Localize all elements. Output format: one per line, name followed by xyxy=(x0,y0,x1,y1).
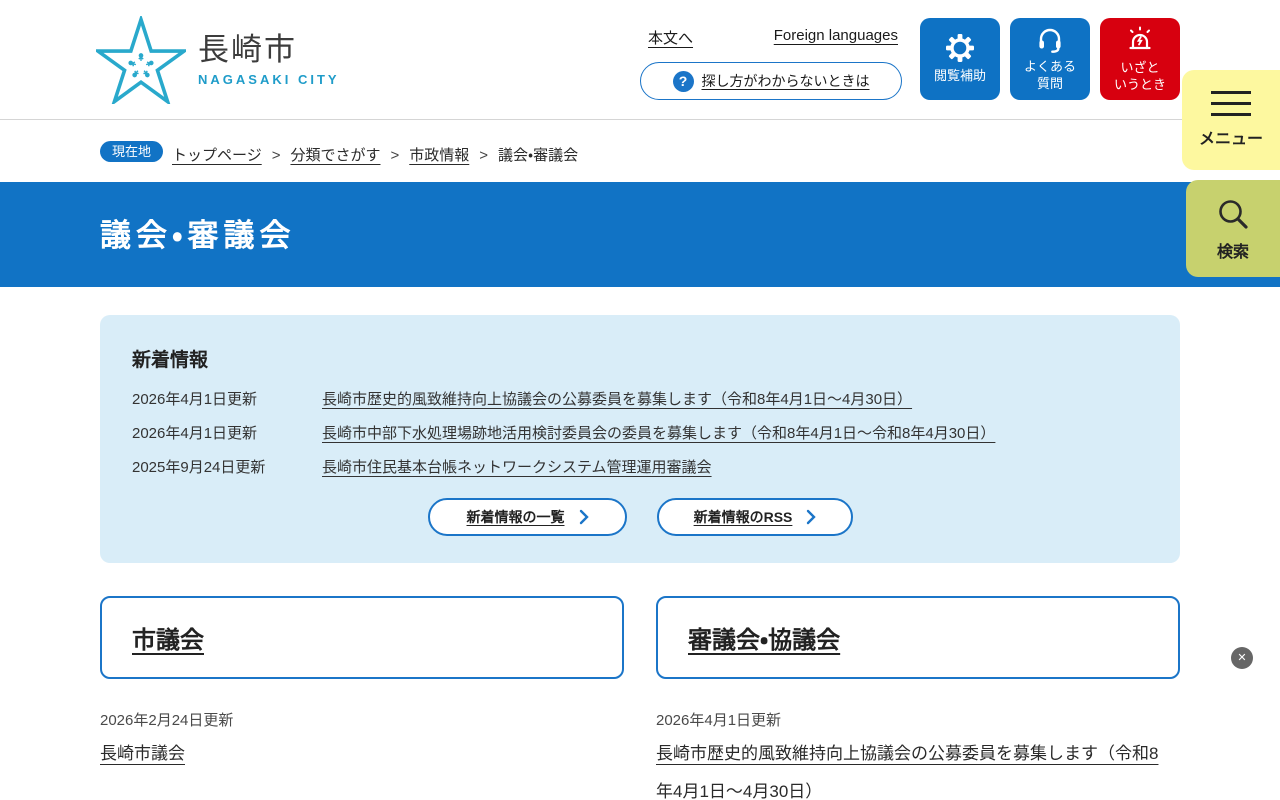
header-divider xyxy=(0,119,1280,120)
faq-button[interactable]: よくある 質問 xyxy=(1010,18,1090,100)
breadcrumb-separator: > xyxy=(272,147,281,164)
accessibility-aid-button[interactable]: 閲覧補助 xyxy=(920,18,1000,100)
search-icon xyxy=(1215,196,1251,232)
news-item: 2025年9月24日更新 長崎市住民基本台帳ネットワークシステム管理運用審議会 xyxy=(132,456,1152,477)
breadcrumb-link-city-info[interactable]: 市政情報 xyxy=(409,147,469,164)
category-card-title: 市議会 xyxy=(132,620,204,655)
search-button-label: 検索 xyxy=(1217,238,1249,262)
news-rss-button-label: 新着情報のRSS xyxy=(694,507,793,527)
breadcrumb-separator: > xyxy=(479,147,488,164)
page: 長崎市 NAGASAKI CITY 本文へ Foreign languages … xyxy=(0,0,1280,800)
news-item-link[interactable]: 長崎市住民基本台帳ネットワークシステム管理運用審議会 xyxy=(322,456,712,477)
skip-to-content-link[interactable]: 本文へ xyxy=(648,27,693,48)
chevron-right-icon xyxy=(579,509,589,525)
hamburger-icon xyxy=(1211,91,1251,116)
logo-subtitle: NAGASAKI CITY xyxy=(198,72,340,87)
category-card-title: 審議会・協議会 xyxy=(688,620,840,655)
breadcrumb-current: 議会・審議会 xyxy=(498,147,578,164)
emergency-button[interactable]: いざと いうとき xyxy=(1100,18,1180,100)
news-item-link[interactable]: 長崎市歴史的風致維持向上協議会の公募委員を募集します（令和8年4月1日～4月30… xyxy=(322,388,912,409)
logo-title: 長崎市 xyxy=(198,33,340,67)
news-rss-button[interactable]: 新着情報のRSS xyxy=(657,498,853,536)
headset-icon xyxy=(1036,26,1064,54)
emergency-label: いざと いうとき xyxy=(1114,60,1166,94)
star-logo-icon xyxy=(96,16,186,104)
search-button[interactable]: 検索 xyxy=(1186,180,1280,277)
page-title-banner: 議会・審議会 xyxy=(0,182,1280,287)
help-button[interactable]: ? 探し方がわからないときは xyxy=(640,62,902,100)
breadcrumb-badge: 現在地 xyxy=(100,141,163,162)
category-latest-link[interactable]: 長崎市議会 xyxy=(100,744,185,763)
close-icon: ✕ xyxy=(1237,653,1246,664)
category-latest-link[interactable]: 長崎市歴史的風致維持向上協議会の公募委員を募集します（令和8年4月1日～4月30… xyxy=(656,744,1158,800)
news-item: 2026年4月1日更新 長崎市歴史的風致維持向上協議会の公募委員を募集します（令… xyxy=(132,388,1152,409)
news-title: 新着情報 xyxy=(132,345,208,372)
category-card-councils[interactable]: 審議会・協議会 xyxy=(656,596,1180,679)
help-button-label: 探し方がわからないときは xyxy=(702,71,870,91)
news-list-button-label: 新着情報の一覧 xyxy=(467,507,565,527)
news-item-date: 2026年4月1日更新 xyxy=(132,388,322,409)
menu-button-label: メニュー xyxy=(1199,125,1263,149)
chevron-right-icon xyxy=(806,509,816,525)
accessibility-aid-label: 閲覧補助 xyxy=(934,68,986,85)
breadcrumb-link-category[interactable]: 分類でさがす xyxy=(290,147,380,164)
news-item-date: 2026年4月1日更新 xyxy=(132,422,322,443)
news-panel: 新着情報 2026年4月1日更新 長崎市歴史的風致維持向上協議会の公募委員を募集… xyxy=(100,315,1180,563)
breadcrumb-separator: > xyxy=(390,147,399,164)
site-header: 長崎市 NAGASAKI CITY 本文へ Foreign languages … xyxy=(0,0,1280,119)
menu-button[interactable]: メニュー xyxy=(1182,70,1280,170)
category-card-city-council[interactable]: 市議会 xyxy=(100,596,624,679)
category-update-date: 2026年4月1日更新 xyxy=(656,709,781,730)
category-update-date: 2026年2月24日更新 xyxy=(100,709,233,730)
news-item-date: 2025年9月24日更新 xyxy=(132,456,322,477)
close-button[interactable]: ✕ xyxy=(1231,647,1253,669)
breadcrumb-link-home[interactable]: トップページ xyxy=(172,147,262,164)
news-item-link[interactable]: 長崎市中部下水処理場跡地活用検討委員会の委員を募集します（令和8年4月1日～令和… xyxy=(322,422,995,443)
site-logo[interactable]: 長崎市 NAGASAKI CITY xyxy=(96,16,340,104)
faq-label: よくある 質問 xyxy=(1024,59,1076,93)
siren-icon xyxy=(1125,25,1155,55)
news-list-button[interactable]: 新着情報の一覧 xyxy=(428,498,627,536)
utility-links: 本文へ Foreign languages xyxy=(648,27,898,48)
page-title: 議会・審議会 xyxy=(100,210,296,255)
gear-icon xyxy=(945,33,975,63)
question-icon: ? xyxy=(673,71,694,92)
breadcrumb: トップページ > 分類でさがす > 市政情報 > 議会・審議会 xyxy=(172,144,578,165)
foreign-languages-link[interactable]: Foreign languages xyxy=(774,27,898,48)
news-item: 2026年4月1日更新 長崎市中部下水処理場跡地活用検討委員会の委員を募集します… xyxy=(132,422,1152,443)
